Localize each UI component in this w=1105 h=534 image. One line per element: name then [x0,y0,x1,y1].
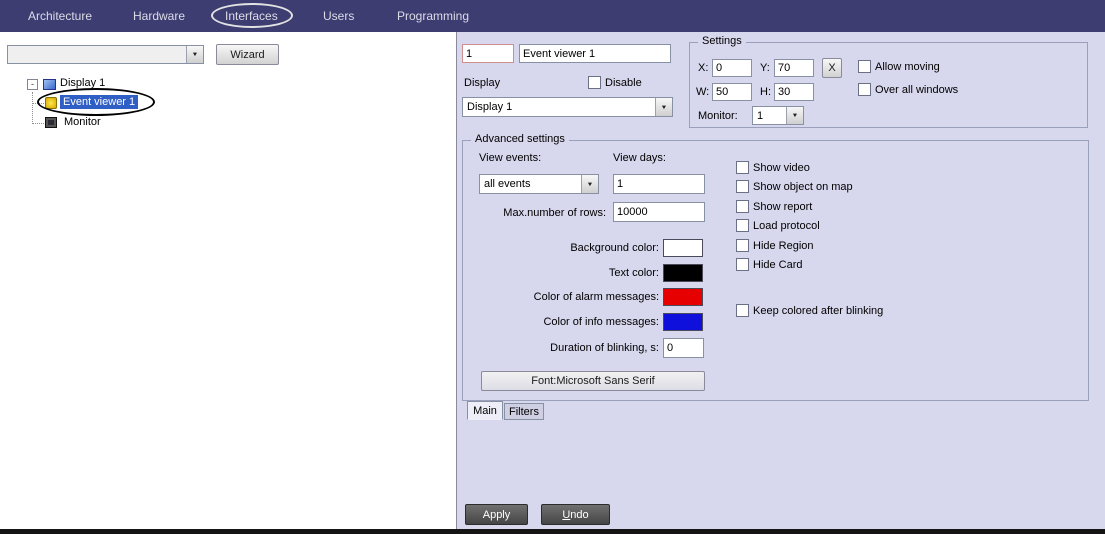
tree-item-event-viewer[interactable]: Event viewer 1 [60,95,138,109]
view-events-label: View events: [479,152,541,164]
view-days-input[interactable] [613,174,705,194]
advanced-settings-group-title: Advanced settings [471,133,569,145]
display-label: Display [464,77,500,89]
max-rows-input[interactable] [613,202,705,222]
x-label: X: [698,62,708,74]
show-report-checkbox[interactable] [736,200,749,213]
show-object-on-map-label: Show object on map [753,181,853,193]
settings-group-title: Settings [698,35,746,47]
font-button-label: Font:Microsoft Sans Serif [531,375,655,387]
name-input[interactable] [519,44,671,63]
background-color-swatch[interactable] [663,239,703,257]
object-tree-panel: Wizard - Display 1 Event viewer 1 Monito… [0,32,457,529]
info-color-label: Color of info messages: [503,316,659,328]
hide-region-label: Hide Region [753,240,814,252]
apply-button[interactable]: Apply [465,504,528,525]
over-all-windows-label: Over all windows [875,84,958,96]
apply-button-label: Apply [483,509,511,521]
show-object-on-map-checkbox[interactable] [736,180,749,193]
chevron-down-icon[interactable] [786,107,803,124]
alarm-color-label: Color of alarm messages: [503,291,659,303]
allow-moving-label: Allow moving [875,61,940,73]
display-combobox-value: Display 1 [463,101,655,113]
id-input[interactable] [462,44,514,63]
menu-item-programming[interactable]: Programming [397,0,469,32]
tab-main[interactable]: Main [467,401,503,420]
view-events-combobox-value: all events [480,178,581,190]
application-window: Architecture Hardware Interfaces Users P… [0,0,1105,534]
load-protocol-checkbox[interactable] [736,219,749,232]
tree-expander[interactable]: - [27,79,38,90]
text-color-swatch[interactable] [663,264,703,282]
chevron-down-icon[interactable] [581,175,598,193]
display-combobox[interactable]: Display 1 [462,97,673,117]
show-video-label: Show video [753,162,810,174]
background-color-label: Background color: [503,242,659,254]
undo-button-label: Undo [562,509,588,521]
keep-colored-checkbox[interactable] [736,304,749,317]
wizard-button-label: Wizard [230,49,264,61]
menu-item-architecture[interactable]: Architecture [28,0,92,32]
max-rows-label: Max.number of rows: [483,207,606,219]
view-days-label: View days: [613,152,666,164]
hide-card-label: Hide Card [753,259,803,271]
event-viewer-icon [45,97,57,109]
tree-item-display[interactable]: Display 1 [57,76,108,90]
load-protocol-label: Load protocol [753,220,820,232]
wizard-button[interactable]: Wizard [216,44,279,65]
tree-filter-combobox[interactable] [7,45,204,64]
tab-filters[interactable]: Filters [504,403,544,420]
main-menu-bar: Architecture Hardware Interfaces Users P… [0,0,1105,32]
tree-connector [32,103,44,104]
menu-item-hardware[interactable]: Hardware [133,0,185,32]
tree-connector [32,92,33,124]
tree-item-monitor[interactable]: Monitor [61,115,104,129]
x-input[interactable] [712,59,752,77]
menu-item-users[interactable]: Users [323,0,354,32]
monitor-icon [45,117,57,128]
chevron-down-icon[interactable] [655,98,672,116]
w-label: W: [696,86,709,98]
blinking-duration-input[interactable] [663,338,704,358]
disable-checkbox-label: Disable [605,77,642,89]
h-label: H: [760,86,771,98]
h-input[interactable] [774,83,814,101]
alarm-color-swatch[interactable] [663,288,703,306]
y-label: Y: [760,62,770,74]
hide-card-checkbox[interactable] [736,258,749,271]
undo-button[interactable]: Undo [541,504,610,525]
display-icon [43,79,56,90]
settings-groupbox: Settings X: Y: X Allow moving W: H: Over… [689,42,1088,128]
disable-checkbox[interactable] [588,76,601,89]
blinking-duration-label: Duration of blinking, s: [503,342,659,354]
chevron-down-icon[interactable] [186,46,203,63]
font-button[interactable]: Font:Microsoft Sans Serif [481,371,705,391]
show-report-label: Show report [753,201,812,213]
properties-panel: Display Disable Display 1 Settings X: Y:… [457,32,1105,529]
info-color-swatch[interactable] [663,313,703,331]
xy-helper-button[interactable]: X [822,58,842,78]
allow-moving-checkbox[interactable] [858,60,871,73]
advanced-settings-groupbox: Advanced settings View events: View days… [462,140,1089,401]
monitor-label: Monitor: [698,110,738,122]
window-bottom-edge [0,529,1105,534]
monitor-combobox[interactable]: 1 [752,106,804,125]
w-input[interactable] [712,83,752,101]
keep-colored-label: Keep colored after blinking [753,305,883,317]
tree-connector [32,123,44,124]
over-all-windows-checkbox[interactable] [858,83,871,96]
y-input[interactable] [774,59,814,77]
menu-item-interfaces[interactable]: Interfaces [225,0,278,32]
xy-helper-button-label: X [828,62,835,74]
show-video-checkbox[interactable] [736,161,749,174]
hide-region-checkbox[interactable] [736,239,749,252]
monitor-combobox-value: 1 [753,110,786,122]
text-color-label: Text color: [503,267,659,279]
view-events-combobox[interactable]: all events [479,174,599,194]
